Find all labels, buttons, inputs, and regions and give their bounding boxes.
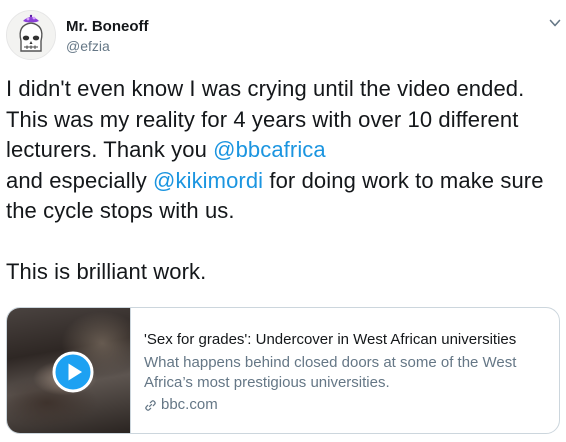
card-description: What happens behind closed doors at some… xyxy=(144,354,517,391)
tweet-line: I didn't even know I was crying until th… xyxy=(6,76,525,101)
chevron-down-icon xyxy=(549,19,561,27)
tweet-line: This was my reality for 4 years with ove… xyxy=(6,106,519,132)
card-title[interactable]: 'Sex for grades': Undercover in West Afr… xyxy=(144,330,549,350)
mention-link-kikimordi[interactable]: @kikimordi xyxy=(153,168,263,193)
card-domain-text: bbc.com xyxy=(161,396,218,413)
tweet-line-text: lecturers. Thank you xyxy=(6,137,214,162)
avatar[interactable] xyxy=(6,10,56,60)
video-thumbnail[interactable] xyxy=(7,308,131,433)
card-domain[interactable]: bbc.com xyxy=(144,395,549,415)
tweet-line: the cycle stops with us. xyxy=(6,198,235,223)
card-body: 'Sex for grades': Undercover in West Afr… xyxy=(144,330,549,415)
tweet-text: I didn't even know I was crying until th… xyxy=(6,74,561,287)
tweet-menu-button[interactable] xyxy=(548,16,562,30)
play-icon[interactable] xyxy=(52,351,94,393)
skull-avatar-icon xyxy=(7,11,55,59)
link-preview-card[interactable]: 'Sex for grades': Undercover in West Afr… xyxy=(6,307,560,434)
tweet-line: This is brilliant work. xyxy=(6,258,207,284)
mention-link-bbcafrica[interactable]: @bbcafrica xyxy=(213,137,326,162)
tweet-line: lecturers. Thank you @bbcafrica xyxy=(6,135,561,166)
tweet-line-text: for doing work to make sure xyxy=(263,167,544,193)
tweet-line: and especially @kikimordi for doing work… xyxy=(6,166,561,197)
display-name[interactable]: Mr. Boneoff xyxy=(66,18,149,35)
user-handle[interactable]: @efzia xyxy=(66,38,110,54)
tweet-line-text: and especially xyxy=(6,167,154,193)
link-icon xyxy=(145,399,156,411)
